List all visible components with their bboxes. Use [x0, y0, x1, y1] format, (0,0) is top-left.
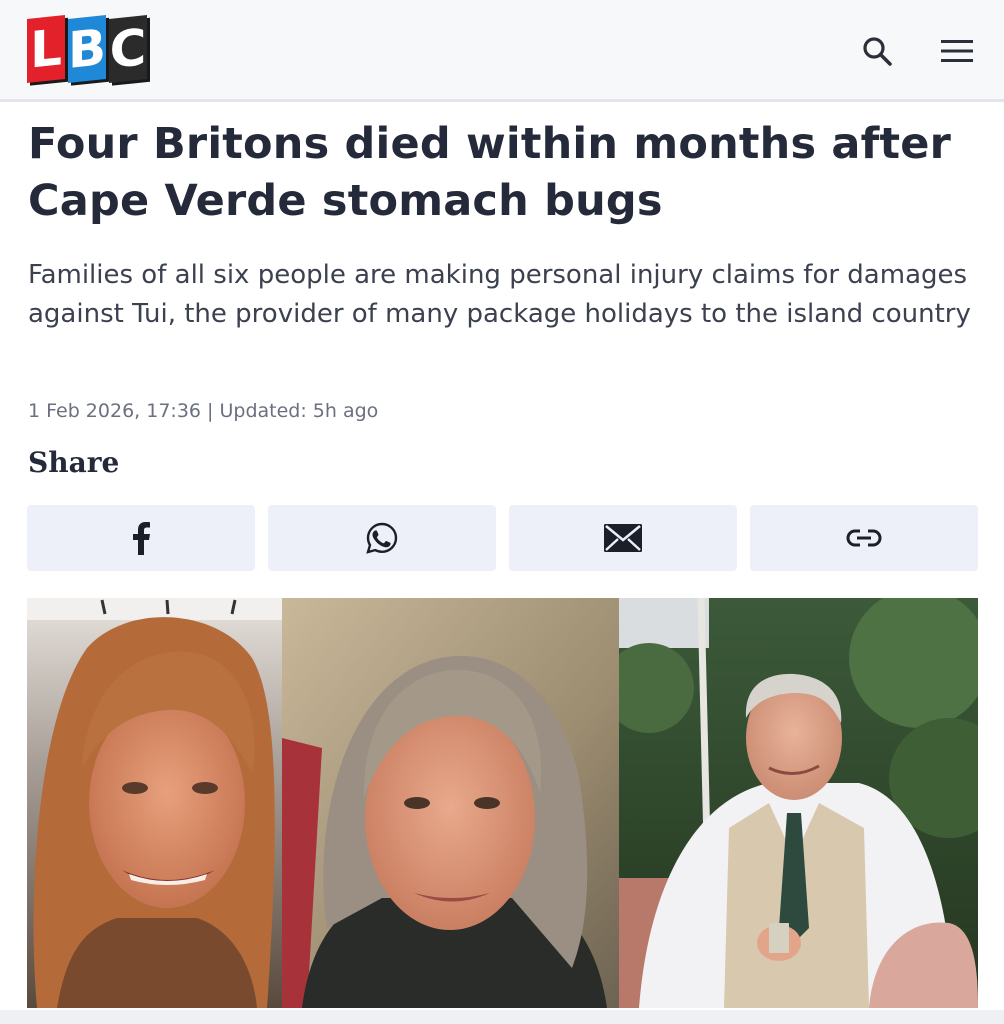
link-icon	[846, 529, 882, 547]
search-icon[interactable]	[860, 34, 894, 68]
menu-icon[interactable]	[940, 34, 974, 68]
bottom-edge	[0, 1010, 1004, 1024]
whatsapp-icon	[366, 522, 398, 554]
share-link-button[interactable]	[750, 505, 978, 571]
article-standfirst: Families of all six people are making pe…	[28, 260, 971, 329]
logo-letter-b: B	[68, 15, 106, 83]
share-email-button[interactable]	[509, 505, 737, 571]
site-header: L B C	[0, 0, 1004, 102]
share-heading: Share	[28, 446, 120, 479]
share-whatsapp-button[interactable]	[268, 505, 496, 571]
logo-letter-l: L	[27, 15, 65, 83]
photo-woman-auburn-hair	[27, 598, 282, 1008]
share-buttons	[27, 505, 978, 571]
share-facebook-button[interactable]	[27, 505, 255, 571]
photo-woman-grey-hair	[282, 598, 619, 1008]
logo-letter-c: C	[109, 15, 147, 83]
lbc-logo[interactable]: L B C	[27, 15, 150, 87]
photo-man-waistcoat	[619, 598, 978, 1008]
article-meta: 1 Feb 2026, 17:36 | Updated: 5h ago	[28, 400, 379, 422]
email-icon	[604, 524, 642, 552]
article-headline: Four Britons died within months after Ca…	[28, 119, 952, 226]
facebook-icon	[133, 522, 150, 555]
article-photo	[27, 598, 978, 1008]
